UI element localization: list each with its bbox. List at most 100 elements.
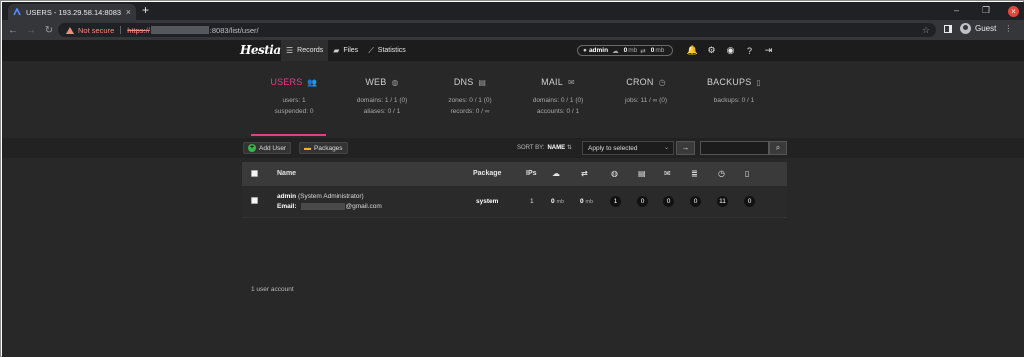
hestia-logo[interactable]: Hestia [240,43,281,57]
users-icon: 👥 [307,77,318,87]
row-dns-count: 0 [637,196,648,207]
main-nav: ☰ Records ▰ Files ⟋ Statistics [281,40,411,61]
folder-icon: ▰ [333,46,340,55]
user-name-cell[interactable]: admin (System Administrator) [277,193,364,200]
help-icon[interactable]: ? [743,44,756,57]
hestia-favicon-icon [13,8,21,16]
row-package[interactable]: system [476,198,498,205]
plus-icon: + [248,144,256,152]
search-input[interactable] [700,141,769,155]
stat-mail-line2: accounts: 0 / 1 [536,108,580,115]
add-user-button[interactable]: + Add User [243,142,292,154]
nav-files[interactable]: ▰ Files [328,40,363,61]
bulk-action-value: Apply to selected [588,145,638,152]
notifications-bell-icon[interactable]: 🔔 [686,44,699,57]
email-domain: @gmail.com [345,203,382,211]
cron-clock-icon: ◷ [718,169,725,178]
row-web-count: 1 [610,196,621,207]
stat-backups[interactable]: BACKUPS ▯ backups: 0 / 1 [690,77,778,137]
stat-users-line2: suspended: 0 [274,108,314,115]
profile-avatar-icon[interactable] [960,23,971,34]
row-cron-count: 11 [717,196,728,207]
stat-dns[interactable]: DNS ▤ zones: 0 / 1 (0) records: 0 / ∞ [426,77,514,137]
row-mail-count: 0 [663,196,674,207]
stat-cron-line1: jobs: 11 / ∞ (0) [624,97,668,104]
stat-web-title: WEB [365,77,387,87]
minimize-icon[interactable]: – [954,5,959,15]
user-disk-unit: mb [628,47,638,54]
warning-icon [66,26,74,34]
users-table: Name Package IPs ☁ ⇄ ◍ ▤ ✉ ≣ ◷ ▯ admin (… [242,162,787,218]
nav-files-label: Files [343,47,359,54]
profile-label[interactable]: Guest [975,24,996,33]
database-icon: ≣ [691,169,698,178]
address-bar[interactable]: Not secure https:// :8083/list/user/ ☆ [58,23,936,37]
bookmark-star-icon[interactable]: ☆ [922,25,930,36]
chevron-down-icon: ⌄ [663,145,669,151]
new-tab-button[interactable]: + [142,3,149,17]
nav-records[interactable]: ☰ Records [281,40,329,61]
stat-users-title: USERS [270,77,303,87]
apply-arrow-button[interactable]: → [676,141,695,155]
file-icon: ▯ [756,77,762,87]
stat-web[interactable]: WEB ◍ domains: 1 / 1 (0) aliases: 0 / 1 [338,77,426,137]
close-tab-icon[interactable]: × [126,7,131,17]
sort-field: NAME [547,145,566,151]
forward-icon[interactable]: → [24,25,38,36]
user-icon: ● [583,47,587,54]
url-scheme: https:// [127,25,150,35]
tab-strip: USERS - 193.29.58.14:8083 × + – ❐ × [2,2,1024,20]
stat-dns-title: DNS [453,77,474,87]
list-icon: ☰ [286,46,294,55]
sort-by[interactable]: SORT BY: NAME ⇅ [517,144,572,151]
header-package[interactable]: Package [473,170,501,177]
restore-icon[interactable]: ❐ [982,5,990,16]
not-secure-label[interactable]: Not secure [78,26,114,35]
stat-mail-line1: domains: 0 / 1 (0) [532,97,584,104]
url-path: :8083/list/user/ [209,25,259,35]
stat-users[interactable]: USERS 👥 users: 1 suspended: 0 [250,77,338,137]
sort-order-icon: ⇅ [566,145,572,151]
search-icon[interactable]: ⌕ [769,141,787,155]
settings-gear-icon[interactable]: ⚙ [705,44,718,57]
close-window-icon[interactable]: × [1008,6,1019,17]
row-role: (System Administrator) [297,193,364,200]
browser-tab[interactable]: USERS - 193.29.58.14:8083 × [8,4,136,20]
table-row[interactable]: admin (System Administrator) Email: @gmai… [242,186,787,218]
row-bandwidth-unit: mb [585,199,594,205]
row-username[interactable]: admin [277,193,296,200]
table-header: Name Package IPs ☁ ⇄ ◍ ▤ ✉ ≣ ◷ ▯ [242,162,787,186]
select-all-checkbox[interactable] [251,170,258,177]
top-bar: Hestia ☰ Records ▰ Files ⟋ Statistics ● … [2,40,1024,61]
header-name[interactable]: Name [277,170,296,177]
back-icon[interactable]: ← [6,25,20,36]
user-bandwidth-unit: mb [655,47,665,54]
header-ips[interactable]: IPs [526,170,537,177]
bulk-action-select[interactable]: Apply to selected ⌄ [582,141,674,155]
stat-dns-line1: zones: 0 / 1 (0) [448,97,492,104]
row-disk-unit: mb [556,199,565,205]
stat-cron-title: CRON [626,77,654,87]
account-icon[interactable]: ◉ [724,44,737,57]
nav-statistics[interactable]: ⟋ Statistics [363,40,411,61]
web-globe-icon: ◍ [611,169,618,178]
tab-title: USERS - 193.29.58.14:8083 [26,7,122,17]
nav-records-label: Records [297,47,324,54]
reload-icon[interactable]: ↻ [42,25,56,36]
stat-web-line2: aliases: 0 / 1 [363,108,401,115]
stat-cron[interactable]: CRON ◷ jobs: 11 / ∞ (0) [602,77,690,137]
user-disk: 0 [623,47,628,54]
stat-backups-line1: backups: 0 / 1 [713,97,755,104]
user-bandwidth: 0 [650,47,655,54]
logout-icon[interactable]: ⇥ [762,44,775,57]
row-backups-count: 0 [744,196,755,207]
user-usage-pill[interactable]: ● admin ☁ 0 mb ⇄ 0 mb [577,45,674,56]
side-panel-icon[interactable] [944,24,952,33]
hestia-page: Hestia ☰ Records ▰ Files ⟋ Statistics ● … [2,40,1024,357]
row-bandwidth: 0 mb [580,198,593,205]
packages-button[interactable]: ▬ Packages [299,142,348,154]
stat-mail[interactable]: MAIL ✉ domains: 0 / 1 (0) accounts: 0 / 1 [514,77,602,137]
menu-kebab-icon[interactable]: ⋮ [1004,24,1012,33]
bandwidth-icon: ⇄ [640,47,646,55]
row-checkbox[interactable] [251,197,258,204]
